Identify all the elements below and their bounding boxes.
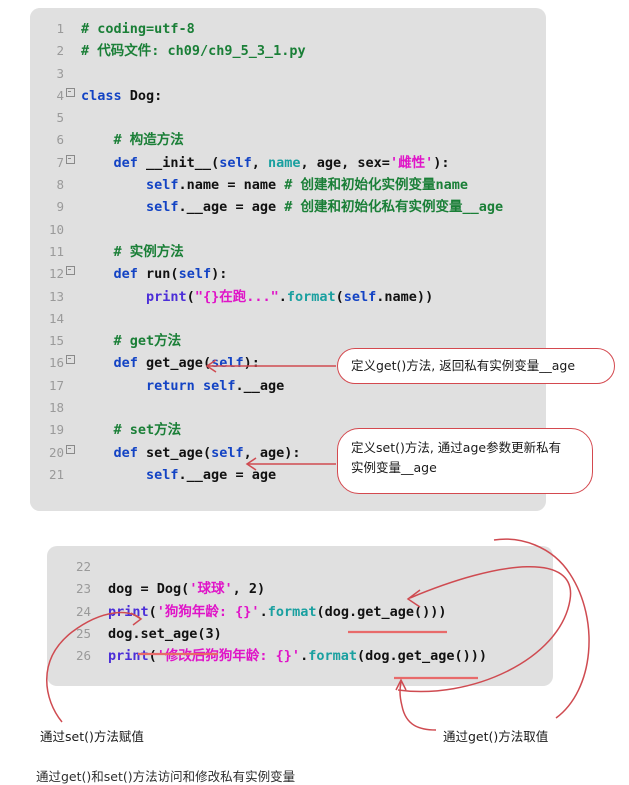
code-text: # 实例方法: [113, 243, 184, 260]
code-text: # coding=utf-8: [81, 21, 195, 37]
code-line: 4 class Dog:: [30, 85, 503, 107]
code-line: 26 print('修改后狗狗年龄: {}'.format(dog.get_age…: [57, 645, 487, 667]
code-text: print('狗狗年龄: {}'.format(dog.get_age())): [108, 603, 447, 620]
code-text: def set_age(self, age):: [113, 444, 301, 461]
line-number: 16: [48, 355, 64, 371]
code-line: 1 # coding=utf-8: [30, 18, 503, 40]
code-line: 12 def run(self):: [30, 263, 503, 285]
code-text: # 代码文件: ch09/ch9_5_3_1.py: [81, 43, 306, 60]
label-get-retrieval: 通过get()方法取值: [443, 729, 549, 744]
curve-get-label-to-underline: [395, 678, 437, 731]
line-number: 18: [48, 400, 64, 416]
line-number: 23: [75, 581, 91, 597]
fold-collapse-icon[interactable]: [64, 85, 77, 107]
code-line: 9 self.__age = age # 创建和初始化私有实例变量__age: [30, 196, 503, 218]
line-number: 25: [75, 625, 91, 641]
code-line: 7 def __init__(self, name, age, sex='雌性'…: [30, 152, 503, 174]
code-line: 6 # 构造方法: [30, 129, 503, 151]
code-line: 10: [30, 219, 503, 241]
line-number: 5: [56, 110, 64, 126]
code-text: def __init__(self, name, age, sex='雌性'):: [113, 154, 450, 171]
code-text: dog.set_age(3): [108, 625, 222, 642]
code-line: 14: [30, 308, 503, 330]
code-line: 25 dog.set_age(3): [57, 623, 487, 645]
bottom-caption: 通过get()和set()方法访问和修改私有实例变量: [36, 769, 296, 784]
code-text: print('修改后狗狗年龄: {}'.format(dog.get_age()…: [108, 648, 488, 665]
line-number: 9: [56, 199, 64, 215]
code-text: self.name = name # 创建和初始化实例变量name: [146, 177, 468, 194]
line-number: 7: [56, 154, 64, 170]
code-line: 24 print('狗狗年龄: {}'.format(dog.get_age())…: [57, 601, 487, 623]
line-number: 1: [56, 21, 64, 36]
code-text: def run(self):: [113, 266, 228, 283]
code-text: self.__age = age # 创建和初始化私有实例变量__age: [146, 199, 504, 216]
line-number: 3: [56, 65, 64, 81]
line-number: 11: [48, 243, 64, 259]
code-text: self.__age = age: [146, 466, 277, 483]
code-line: 2 # 代码文件: ch09/ch9_5_3_1.py: [30, 40, 503, 62]
code-line: 13 print("{}在跑...".format(self.name)): [30, 286, 503, 308]
callout-get-text: 定义get()方法, 返回私有实例变量__age: [351, 358, 576, 373]
line-number: 13: [48, 288, 64, 304]
label-set-assignment: 通过set()方法赋值: [40, 729, 144, 744]
callout-set-method: 定义set()方法, 通过age参数更新私有 实例变量__age: [337, 428, 593, 494]
code-block-top[interactable]: 1 # coding=utf-8 2 # 代码文件: ch09/ch9_5_3_1.p…: [30, 8, 503, 511]
line-number: 22: [75, 559, 91, 574]
code-text: # 构造方法: [113, 132, 184, 149]
code-line: 23 dog = Dog('球球', 2): [57, 578, 487, 600]
code-line: 22: [57, 556, 487, 578]
fold-collapse-icon[interactable]: [64, 263, 77, 285]
callout-get-method: 定义get()方法, 返回私有实例变量__age: [337, 348, 615, 384]
code-line: 11 # 实例方法: [30, 241, 503, 263]
line-number: 24: [75, 603, 91, 619]
code-line: 5: [30, 107, 503, 129]
code-text: def get_age(self):: [113, 355, 260, 372]
code-line: 8 self.name = name # 创建和初始化实例变量name: [30, 174, 503, 196]
fold-collapse-icon[interactable]: [64, 152, 77, 174]
line-number: 2: [56, 43, 64, 59]
code-text: # set方法: [113, 422, 182, 439]
callout-set-text-line2: 实例变量__age: [351, 460, 437, 475]
code-text: class Dog:: [81, 87, 163, 104]
line-number: 14: [48, 310, 64, 326]
line-number: 6: [56, 132, 64, 148]
line-number: 26: [75, 648, 91, 664]
line-number: 12: [48, 266, 64, 282]
code-text: return self.__age: [146, 377, 285, 394]
code-text: dog = Dog('球球', 2): [108, 581, 266, 598]
line-number: 15: [48, 333, 64, 349]
line-number: 21: [48, 466, 64, 482]
line-number: 19: [48, 422, 64, 438]
line-number: 17: [48, 377, 64, 393]
line-number: 20: [48, 444, 64, 460]
fold-collapse-icon[interactable]: [64, 352, 77, 374]
line-number: 8: [56, 177, 64, 193]
callout-set-text-line1: 定义set()方法, 通过age参数更新私有: [351, 440, 562, 455]
code-block-bottom[interactable]: 22 23 dog = Dog('球球', 2) 24 print('狗狗年龄: {}'…: [47, 546, 553, 686]
code-line: 18: [30, 397, 503, 419]
line-number: 4: [56, 87, 64, 103]
code-line: 3: [30, 63, 503, 85]
fold-collapse-icon[interactable]: [64, 442, 77, 464]
line-number: 10: [48, 221, 64, 237]
code-text: print("{}在跑...".format(self.name)): [146, 288, 434, 305]
code-text: # get方法: [113, 333, 182, 350]
